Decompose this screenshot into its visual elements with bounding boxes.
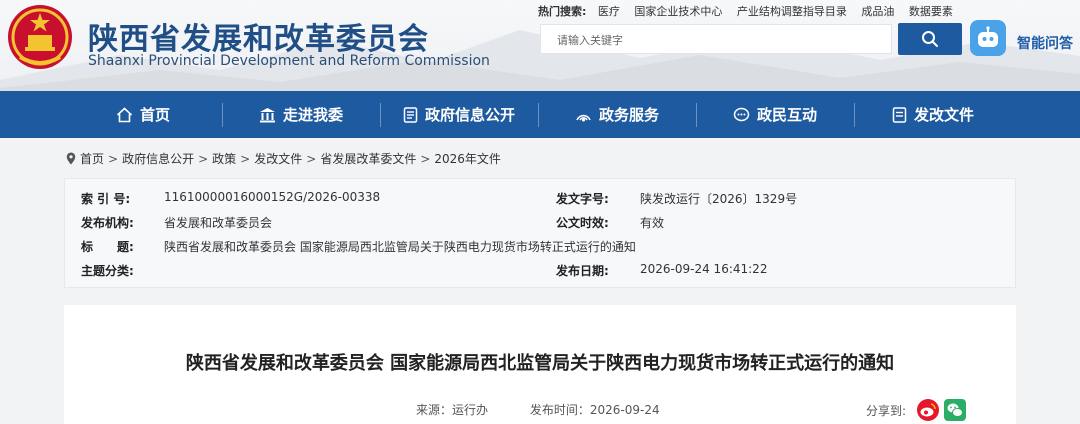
breadcrumb-separator: > [240,151,251,166]
publish-date-value: 2026-09-24 16:41:22 [640,262,768,276]
article-body: 陕西省发展和改革委员会 国家能源局西北监管局关于陕西电力现货市场转正式运行的通知… [64,305,1016,424]
hot-search-bar: 热门搜索: 医疗 国家企业技术中心 产业结构调整指导目录 成品油 数据要素 [538,3,964,19]
search-input[interactable]: 请输入关键字 [540,24,892,54]
breadcrumb-separator: > [306,151,317,166]
main-nav: 首页 走进我委 政府信息公开 政务服务 政民互动 发改文件 [0,91,1080,138]
share-bar: 分享到: [866,399,967,421]
breadcrumb-link[interactable]: 省发展改革委文件 [320,150,416,167]
file-icon [892,106,907,123]
publisher-label: 发布机构: [81,216,134,230]
breadcrumb-link[interactable]: 政府信息公开 [122,150,194,167]
service-icon [576,114,591,121]
publish-date-label: 发布日期: [556,264,609,278]
wechat-icon [947,403,964,417]
breadcrumb-link[interactable]: 发改文件 [254,150,302,167]
breadcrumb-link[interactable]: 首页 [80,150,104,167]
nav-item-info-disclosure[interactable]: 政府信息公开 [380,91,538,138]
share-label: 分享到: [866,403,907,418]
validity-label: 公文时效: [556,216,609,230]
document-icon [403,106,418,123]
meta-row: 索 引 号: 11610000016000152G/2026-00338 发文字… [65,190,1017,212]
nav-item-label: 首页 [139,106,170,124]
ai-assistant-button[interactable] [970,20,1006,56]
wechat-share-button[interactable] [944,399,967,421]
chat-icon [733,107,750,121]
nav-item-label: 走进我委 [282,106,343,124]
home-icon [116,106,133,122]
title-label: 标 题: [81,240,134,254]
weibo-icon [920,403,936,417]
nav-item-label: 政民互动 [756,106,817,124]
search-icon [922,31,938,47]
nav-item-label: 政务服务 [598,106,659,124]
meta-row: 标 题: 陕西省发展和改革委员会 国家能源局西北监管局关于陕西电力现货市场转正式… [65,238,1017,260]
nav-item-label: 政府信息公开 [424,106,515,124]
doc-no-value: 陕发改运行〔2026〕1329号 [640,192,798,206]
building-icon [259,107,275,122]
breadcrumb-separator: > [198,151,209,166]
search-button[interactable] [898,23,962,55]
nav-item-home[interactable]: 首页 [64,91,222,138]
document-metadata: 索 引 号: 11610000016000152G/2026-00338 发文字… [64,178,1016,288]
location-pin-icon [66,152,76,165]
breadcrumb: 首页 > 政府信息公开 > 政策 > 发改文件 > 省发展改革委文件 > 202… [66,150,501,167]
nav-item-reform-docs[interactable]: 发改文件 [854,91,1012,138]
category-label: 主题分类: [81,264,134,278]
breadcrumb-separator: > [108,151,119,166]
article-title: 陕西省发展和改革委员会 国家能源局西北监管局关于陕西电力现货市场转正式运行的通知 [185,353,895,374]
validity-value: 有效 [640,216,665,230]
nav-item-interaction[interactable]: 政民互动 [696,91,854,138]
robot-icon [978,26,998,47]
site-title-en: Shaanxi Provincial Development and Refor… [88,53,490,69]
breadcrumb-separator: > [420,151,431,166]
ai-assistant-label[interactable]: 智能问答 [1017,33,1073,53]
breadcrumb-link[interactable]: 政策 [212,150,236,167]
hot-search-link[interactable]: 国家企业技术中心 [634,5,722,18]
article-time: 发布时间：2026-09-24 [529,403,660,417]
doc-no-label: 发文字号: [556,192,609,206]
weibo-share-button[interactable] [917,399,940,421]
article-source: 来源：运行办 [416,403,489,417]
nav-item-label: 发改文件 [913,106,974,124]
hot-search-label: 热门搜索: [538,5,587,18]
national-emblem-icon [8,5,72,69]
site-title-cn: 陕西省发展和改革委员会 [88,22,429,57]
hot-search-link[interactable]: 产业结构调整指导目录 [737,5,847,18]
meta-row: 主题分类: 发布日期: 2026-09-24 16:41:22 [65,262,1017,284]
title-value: 陕西省发展和改革委员会 国家能源局西北监管局关于陕西电力现货市场转正式运行的通知 [164,240,636,254]
index-no-label: 索 引 号: [81,192,131,206]
breadcrumb-link[interactable]: 2026年文件 [434,150,501,167]
meta-row: 发布机构: 省发展和改革委员会 公文时效: 有效 [65,214,1017,236]
hot-search-link[interactable]: 成品油 [861,5,894,18]
publisher-value: 省发展和改革委员会 [164,216,273,230]
nav-item-gov-services[interactable]: 政务服务 [538,91,696,138]
nav-item-about[interactable]: 走进我委 [222,91,380,138]
article-info: 来源：运行办 发布时间：2026-09-24 [416,401,698,418]
index-no-value: 11610000016000152G/2026-00338 [164,190,381,204]
site-header: 陕西省发展和改革委员会 Shaanxi Provincial Developme… [0,0,1080,91]
hot-search-link[interactable]: 医疗 [598,5,620,18]
hot-search-link[interactable]: 数据要素 [909,5,953,18]
